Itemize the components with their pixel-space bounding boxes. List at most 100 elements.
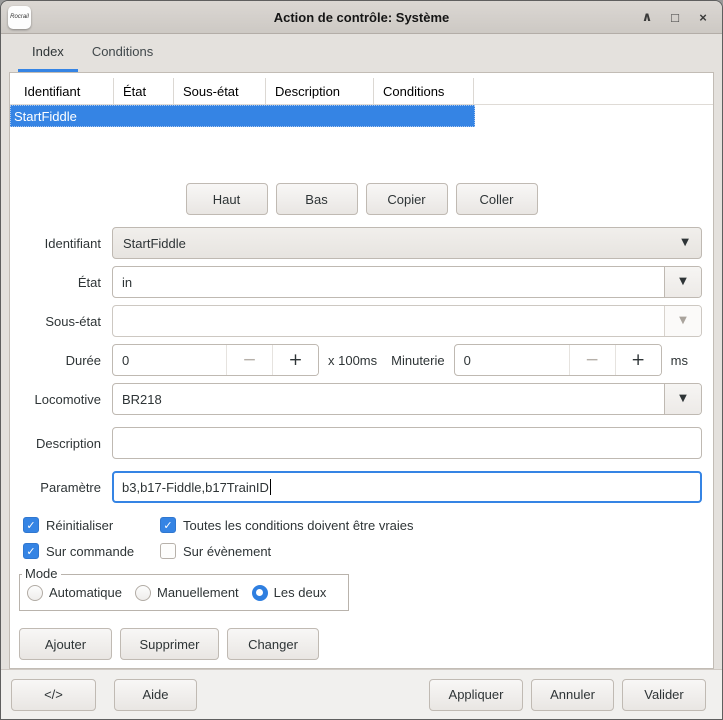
add-button[interactable]: Ajouter <box>19 628 112 660</box>
sous-etat-dropdown-button[interactable]: ▼ <box>664 306 701 336</box>
etat-row: État in ▼ <box>10 266 713 298</box>
table-row[interactable]: StartFiddle <box>10 105 475 127</box>
sur-evenement-checkbox[interactable]: Sur évènement <box>160 543 271 559</box>
actions-table: Identifiant État Sous-état Description C… <box>10 78 713 127</box>
help-button[interactable]: Aide <box>114 679 197 711</box>
column-header-identifiant[interactable]: Identifiant <box>10 78 114 104</box>
plus-icon[interactable]: + <box>615 345 661 375</box>
parametre-label: Paramètre <box>10 480 112 495</box>
reinitialiser-checkbox[interactable]: ✓ Réinitialiser <box>23 517 160 533</box>
radio-les-deux-label: Les deux <box>274 585 327 600</box>
checkbox-checked-icon[interactable]: ✓ <box>23 517 39 533</box>
minuterie-label: Minuterie <box>391 353 444 368</box>
minus-icon[interactable]: − <box>226 345 272 375</box>
etat-value: in <box>122 275 132 290</box>
chevron-down-icon: ▼ <box>679 277 687 287</box>
duree-unit-label: x 100ms <box>328 353 377 368</box>
sous-etat-row: Sous-état ▼ <box>10 305 713 337</box>
tab-conditions-label: Conditions <box>92 44 153 59</box>
mode-legend: Mode <box>22 566 61 581</box>
index-tab-page: Identifiant État Sous-état Description C… <box>9 72 714 669</box>
plus-icon[interactable]: + <box>272 345 318 375</box>
checkbox-checked-icon[interactable]: ✓ <box>160 517 176 533</box>
ok-button[interactable]: Valider <box>622 679 706 711</box>
window-controls: ∧ □ × <box>635 5 715 29</box>
minuterie-input[interactable]: 0 <box>455 345 569 375</box>
duree-value: 0 <box>122 353 129 368</box>
etat-combobox[interactable]: in ▼ <box>112 266 702 298</box>
duree-row: Durée 0 − + x 100ms Minuterie 0 <box>10 344 713 376</box>
parametre-value: b3,b17-Fiddle,b17TrainID <box>122 480 269 495</box>
copy-button[interactable]: Copier <box>366 183 448 215</box>
record-buttons: Ajouter Supprimer Changer <box>19 628 713 660</box>
row-identifiant-value: StartFiddle <box>14 109 77 124</box>
down-button[interactable]: Bas <box>276 183 358 215</box>
minuterie-value: 0 <box>464 353 471 368</box>
radio-automatique[interactable]: Automatique <box>27 585 122 601</box>
etat-label: État <box>10 275 112 290</box>
radio-off-icon[interactable] <box>27 585 43 601</box>
description-input[interactable] <box>112 427 702 459</box>
locomotive-dropdown-button[interactable]: ▼ <box>664 384 701 414</box>
change-button[interactable]: Changer <box>227 628 319 660</box>
radio-on-icon[interactable] <box>252 585 268 601</box>
close-icon[interactable]: × <box>691 5 715 29</box>
identifiant-row: Identifiant StartFiddle ▼ <box>10 227 713 259</box>
identifiant-combobox[interactable]: StartFiddle ▼ <box>112 227 702 259</box>
code-button[interactable]: </> <box>11 679 96 711</box>
sur-evenement-label: Sur évènement <box>183 544 271 559</box>
locomotive-label: Locomotive <box>10 392 112 407</box>
toutes-conditions-checkbox[interactable]: ✓ Toutes les conditions doivent être vra… <box>160 517 414 533</box>
chevron-down-icon: ▼ <box>679 394 687 404</box>
minus-icon[interactable]: − <box>569 345 615 375</box>
sous-etat-label: Sous-état <box>10 314 112 329</box>
description-row: Description <box>10 427 713 459</box>
etat-input[interactable]: in <box>113 267 664 297</box>
radio-manuellement[interactable]: Manuellement <box>135 585 239 601</box>
table-header: Identifiant État Sous-état Description C… <box>10 78 713 105</box>
cancel-button[interactable]: Annuler <box>531 679 614 711</box>
tab-index[interactable]: Index <box>18 34 78 72</box>
chevron-down-icon: ▼ <box>679 316 687 326</box>
minuterie-spinner[interactable]: 0 − + <box>454 344 662 376</box>
locomotive-row: Locomotive BR218 ▼ <box>10 383 713 415</box>
radio-les-deux[interactable]: Les deux <box>252 585 327 601</box>
locomotive-value: BR218 <box>122 392 162 407</box>
toutes-conditions-label: Toutes les conditions doivent être vraie… <box>183 518 414 533</box>
duree-label: Durée <box>10 353 112 368</box>
column-header-etat[interactable]: État <box>114 78 174 104</box>
minimize-icon[interactable]: ∧ <box>635 5 659 29</box>
etat-dropdown-button[interactable]: ▼ <box>664 267 701 297</box>
chevron-down-icon: ▼ <box>681 238 689 248</box>
locomotive-input[interactable]: BR218 <box>113 384 664 414</box>
radio-manuellement-label: Manuellement <box>157 585 239 600</box>
rocrail-logo-icon: Rocrail <box>8 6 31 29</box>
delete-button[interactable]: Supprimer <box>120 628 219 660</box>
duree-input[interactable]: 0 <box>113 345 226 375</box>
logo-text: Rocrail <box>10 14 29 20</box>
sur-commande-checkbox[interactable]: ✓ Sur commande <box>23 543 160 559</box>
column-header-sous-etat[interactable]: Sous-état <box>174 78 266 104</box>
dialog-footer: </> Aide Appliquer Annuler Valider <box>1 669 722 719</box>
paste-button[interactable]: Coller <box>456 183 538 215</box>
sous-etat-combobox[interactable]: ▼ <box>112 305 702 337</box>
titlebar[interactable]: Rocrail Action de contrôle: Système ∧ □ … <box>1 1 722 34</box>
radio-off-icon[interactable] <box>135 585 151 601</box>
option-checkboxes: ✓ Réinitialiser ✓ Toutes les conditions … <box>23 517 713 559</box>
checkbox-unchecked-icon[interactable] <box>160 543 176 559</box>
column-header-conditions[interactable]: Conditions <box>374 78 474 104</box>
maximize-icon[interactable]: □ <box>663 5 687 29</box>
apply-button[interactable]: Appliquer <box>429 679 523 711</box>
checkbox-checked-icon[interactable]: ✓ <box>23 543 39 559</box>
duree-spinner[interactable]: 0 − + <box>112 344 319 376</box>
column-header-description[interactable]: Description <box>266 78 374 104</box>
locomotive-combobox[interactable]: BR218 ▼ <box>112 383 702 415</box>
up-button[interactable]: Haut <box>186 183 268 215</box>
sur-commande-label: Sur commande <box>46 544 134 559</box>
sous-etat-input[interactable] <box>113 306 664 336</box>
text-caret <box>270 479 271 495</box>
tab-conditions[interactable]: Conditions <box>78 34 167 72</box>
window-title: Action de contrôle: Système <box>1 10 722 25</box>
parametre-input[interactable]: b3,b17-Fiddle,b17TrainID <box>112 471 702 503</box>
reinitialiser-label: Réinitialiser <box>46 518 113 533</box>
